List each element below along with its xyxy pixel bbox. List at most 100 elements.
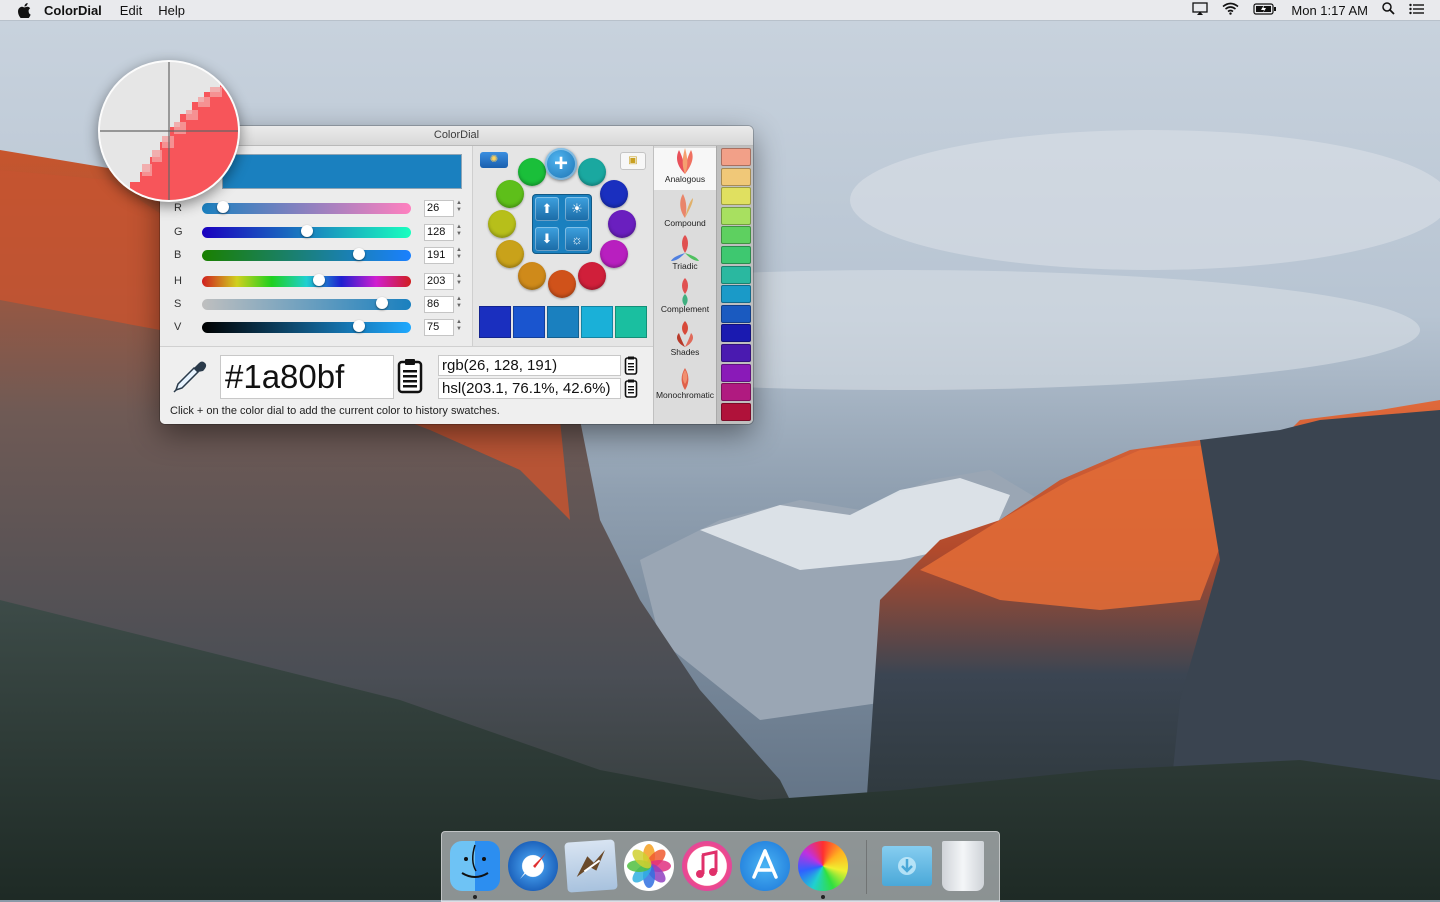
- r-slider-knob[interactable]: [216, 200, 229, 213]
- history-swatch-14[interactable]: [721, 402, 751, 421]
- s-slider[interactable]: [202, 296, 411, 310]
- history-swatch-7[interactable]: [721, 265, 751, 284]
- bulb-bright-icon[interactable]: ☀: [565, 197, 589, 221]
- v-value-field[interactable]: 75: [424, 319, 454, 336]
- dial-color-1[interactable]: [578, 158, 606, 187]
- airplay-icon[interactable]: [1192, 1, 1209, 19]
- itunes-icon[interactable]: [682, 841, 732, 891]
- copy-hsl-clipboard-icon[interactable]: [624, 379, 638, 398]
- harmony-swatch-5[interactable]: [615, 306, 647, 338]
- harmony-monochromatic[interactable]: Monochromatic: [654, 364, 716, 406]
- s-value-field[interactable]: 86: [424, 296, 454, 313]
- notification-center-icon[interactable]: [1409, 3, 1424, 18]
- b-value-field[interactable]: 191: [424, 247, 454, 264]
- harmony-swatch-1[interactable]: [479, 306, 511, 338]
- harmony-swatch-3[interactable]: [547, 306, 579, 338]
- s-stepper[interactable]: ▲ ▼: [455, 296, 463, 310]
- hsl-field[interactable]: hsl(203.1, 76.1%, 42.6%): [438, 378, 621, 399]
- dock: [441, 831, 1000, 902]
- history-swatch-12[interactable]: [721, 363, 751, 382]
- darker-down-button[interactable]: ⬇: [535, 227, 559, 251]
- h-slider-knob[interactable]: [313, 273, 326, 286]
- mail-icon[interactable]: [564, 839, 618, 893]
- copy-hex-clipboard-icon[interactable]: [396, 358, 424, 394]
- h-slider[interactable]: [202, 273, 411, 287]
- menubar-clock[interactable]: Mon 1:17 AM: [1291, 3, 1368, 18]
- dial-color-6[interactable]: [548, 270, 576, 298]
- harmony-triadic[interactable]: Triadic: [654, 235, 716, 277]
- harmony-analogous[interactable]: Analogous: [654, 148, 716, 190]
- lock-icon[interactable]: ▣: [620, 152, 646, 170]
- dial-color-7[interactable]: [518, 261, 546, 290]
- dial-color-5[interactable]: [578, 261, 606, 290]
- history-swatch-4[interactable]: [721, 206, 751, 225]
- slider-label-g: G: [174, 226, 183, 238]
- history-swatch-11[interactable]: [721, 344, 751, 362]
- b-slider[interactable]: [202, 247, 411, 261]
- h-stepper[interactable]: ▲ ▼: [455, 273, 463, 287]
- b-stepper[interactable]: ▲ ▼: [455, 247, 463, 261]
- help-menu[interactable]: Help: [158, 3, 185, 18]
- s-slider-knob[interactable]: [375, 296, 388, 309]
- dial-color-4[interactable]: [599, 240, 628, 268]
- history-swatch-8[interactable]: [721, 285, 751, 304]
- b-slider-knob[interactable]: [352, 247, 365, 260]
- h-value-field[interactable]: 203: [424, 273, 454, 290]
- dial-color-9[interactable]: [488, 210, 516, 238]
- palette-icon[interactable]: ✺: [480, 152, 508, 168]
- harmony-swatch-4[interactable]: [581, 306, 613, 338]
- history-swatch-13[interactable]: [721, 383, 751, 402]
- history-swatch-10[interactable]: [721, 324, 751, 343]
- lighter-up-button[interactable]: ⬆: [535, 197, 559, 221]
- harmony-complement[interactable]: Complement: [654, 278, 716, 320]
- g-stepper[interactable]: ▲ ▼: [455, 224, 463, 238]
- rgb-field[interactable]: rgb(26, 128, 191): [438, 355, 621, 376]
- r-value-field[interactable]: 26: [424, 200, 454, 217]
- finder-icon[interactable]: [450, 841, 500, 891]
- history-swatch-3[interactable]: [721, 187, 751, 206]
- g-slider-knob[interactable]: [300, 224, 313, 237]
- window-title[interactable]: ColorDial: [160, 126, 753, 146]
- history-swatch-2[interactable]: [721, 167, 751, 186]
- photos-icon[interactable]: [624, 841, 674, 891]
- dial-color-11[interactable]: [518, 158, 546, 187]
- trash-icon[interactable]: [942, 841, 984, 891]
- dial-color-3[interactable]: [608, 210, 636, 238]
- harmony-label-triadic: Triadic: [672, 261, 698, 271]
- add-to-history-button[interactable]: +: [545, 148, 577, 180]
- dial-color-8[interactable]: [496, 240, 525, 268]
- dial-color-10[interactable]: [496, 180, 525, 208]
- wifi-icon[interactable]: [1222, 2, 1239, 18]
- apple-menu-icon[interactable]: [14, 2, 34, 18]
- harmony-label-complement: Complement: [660, 304, 710, 314]
- v-slider[interactable]: [202, 319, 411, 333]
- r-stepper[interactable]: ▲ ▼: [455, 200, 463, 214]
- slider-row-v: V: [174, 319, 464, 335]
- edit-menu[interactable]: Edit: [120, 3, 142, 18]
- history-swatch-1[interactable]: [721, 148, 751, 166]
- harmony-swatch-2[interactable]: [513, 306, 545, 338]
- g-slider[interactable]: [202, 224, 411, 238]
- safari-icon[interactable]: [508, 841, 558, 891]
- eyedropper-icon[interactable]: [172, 358, 208, 394]
- downloads-folder-icon[interactable]: [882, 846, 932, 886]
- harmony-shades[interactable]: Shades: [654, 321, 716, 363]
- v-stepper[interactable]: ▲ ▼: [455, 319, 463, 333]
- history-swatch-9[interactable]: [721, 304, 751, 323]
- app-menu[interactable]: ColorDial: [44, 3, 102, 18]
- colordial-icon[interactable]: [798, 841, 848, 891]
- battery-icon[interactable]: [1253, 2, 1277, 18]
- spotlight-icon[interactable]: [1382, 2, 1395, 18]
- bulb-dim-icon[interactable]: ☼: [565, 227, 589, 251]
- history-swatch-6[interactable]: [721, 246, 751, 264]
- app-store-icon[interactable]: [740, 841, 790, 891]
- copy-rgb-clipboard-icon[interactable]: [624, 356, 638, 375]
- g-value-field[interactable]: 128: [424, 224, 454, 241]
- v-slider-knob[interactable]: [352, 319, 365, 332]
- history-swatch-5[interactable]: [721, 226, 751, 245]
- dial-color-2[interactable]: [599, 180, 628, 208]
- harmony-compound[interactable]: Compound: [654, 192, 716, 234]
- hex-field[interactable]: #1a80bf: [220, 355, 394, 399]
- r-slider[interactable]: [202, 200, 411, 214]
- color-picker-loupe: [98, 60, 240, 202]
